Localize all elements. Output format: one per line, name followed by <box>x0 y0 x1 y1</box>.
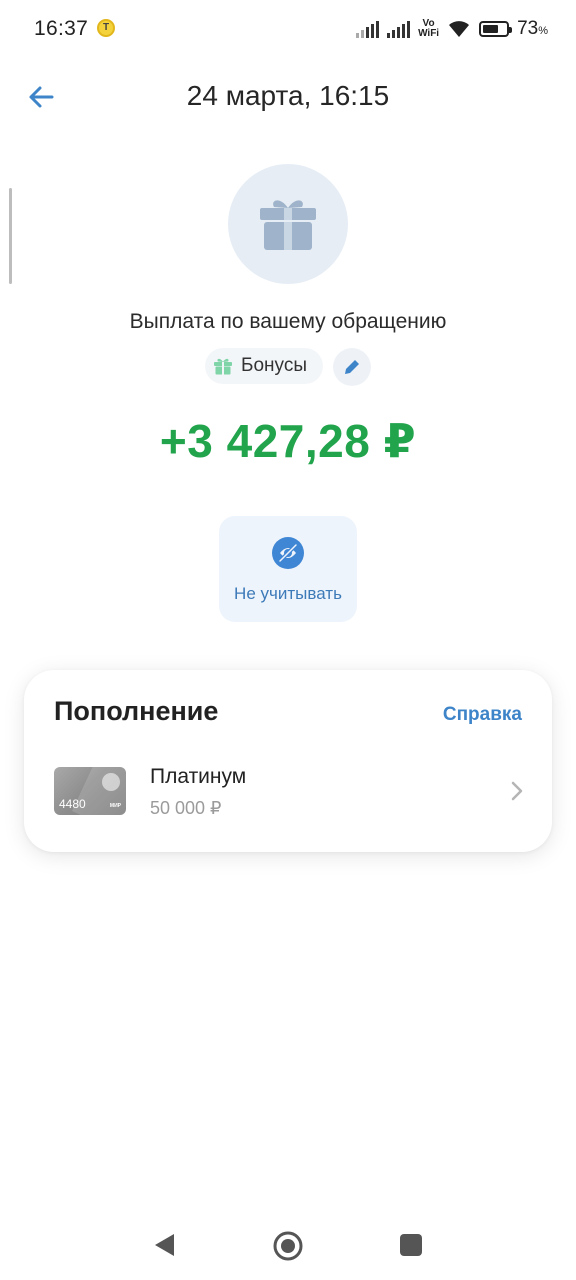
card-brand: МИР <box>109 803 121 809</box>
operation-amount: +3 427,28 ₽ <box>159 415 417 467</box>
nav-home-icon[interactable] <box>272 1230 304 1262</box>
edit-category-button[interactable] <box>333 348 371 386</box>
wifi-icon <box>449 21 470 37</box>
ignore-button[interactable]: Не учитывать <box>219 516 357 622</box>
help-link[interactable]: Справка <box>443 704 522 726</box>
status-icons: Vo WiFi 73% <box>356 16 548 42</box>
topup-title: Пополнение <box>54 696 219 726</box>
account-balance: 50 000 ₽ <box>150 798 222 818</box>
operation-description: Выплата по вашему обращению <box>129 310 447 333</box>
category-label: Бонусы <box>241 355 307 376</box>
operation-category-avatar <box>228 164 348 284</box>
eye-off-icon <box>272 537 304 569</box>
card-thumbnail: 4480 МИР <box>54 767 126 815</box>
card-last-digits: 4480 <box>59 797 86 811</box>
nav-recents-icon[interactable] <box>399 1233 423 1257</box>
topup-card: Пополнение Справка 4480 МИР Платинум 50 … <box>24 670 552 852</box>
cell-signal-icon <box>356 20 380 38</box>
vowifi-icon: Vo WiFi <box>418 18 440 39</box>
scroll-indicator <box>9 188 12 284</box>
notification-badge-icon: T <box>97 19 115 37</box>
gift-icon <box>260 200 316 250</box>
status-bar: 16:37 T Vo WiFi 73% <box>0 0 576 58</box>
battery-percent: 73% <box>517 18 548 39</box>
account-name[interactable]: Платинум <box>150 765 246 789</box>
chevron-right-icon[interactable] <box>510 780 524 802</box>
pencil-icon <box>345 360 359 374</box>
nav-back-icon[interactable] <box>152 1232 176 1258</box>
gift-small-icon <box>214 358 232 375</box>
status-time: 16:37 <box>34 17 89 40</box>
category-chip[interactable]: Бонусы <box>205 348 323 384</box>
battery-icon <box>479 21 513 37</box>
cell-signal-2-icon <box>387 20 411 38</box>
ignore-label: Не учитывать <box>234 584 342 603</box>
cloud-icon <box>102 773 120 791</box>
system-nav-bar <box>0 1218 576 1274</box>
page-title: 24 марта, 16:15 <box>186 80 390 111</box>
